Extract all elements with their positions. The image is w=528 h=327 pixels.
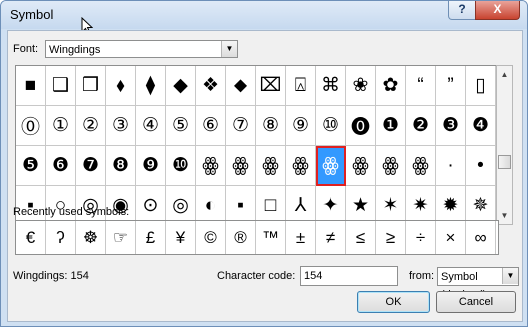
symbol-cell[interactable]: ꙮ <box>196 146 226 186</box>
recent-symbol-cell[interactable]: ∞ <box>466 221 496 254</box>
symbol-cell[interactable]: ⍓ <box>286 66 316 106</box>
symbol-cell[interactable]: ꙮ <box>286 146 316 186</box>
chevron-down-icon[interactable]: ▼ <box>221 41 237 57</box>
symbol-cell[interactable]: ⑨ <box>286 106 316 146</box>
symbol-cell[interactable]: ” <box>436 66 466 106</box>
recent-symbol-cell[interactable]: ≠ <box>316 221 346 254</box>
symbol-cell[interactable]: ꙮ <box>226 146 256 186</box>
symbol-cell[interactable]: ③ <box>106 106 136 146</box>
recent-symbol-cell[interactable]: € <box>16 221 46 254</box>
symbol-cell[interactable]: ❶ <box>376 106 406 146</box>
font-select[interactable]: Wingdings ▼ <box>45 40 238 58</box>
symbol-cell[interactable]: ꙮ <box>376 146 406 186</box>
symbol-cell[interactable]: • <box>466 146 496 186</box>
recent-symbol-cell[interactable]: £ <box>136 221 166 254</box>
symbol-cell-selected[interactable]: ꙮ <box>316 146 346 186</box>
symbol-cell[interactable]: ⓪ <box>16 106 46 146</box>
recent-symbol-cell[interactable]: ≤ <box>346 221 376 254</box>
symbol-cell[interactable]: ❽ <box>106 146 136 186</box>
recent-symbol-cell[interactable]: ™ <box>256 221 286 254</box>
symbol-cell[interactable]: ⬧ <box>106 66 136 106</box>
symbol-cell[interactable]: ② <box>76 106 106 146</box>
title-bar[interactable]: Symbol ? X <box>1 1 527 35</box>
recent-symbols-label: Recently used symbols: <box>13 206 130 218</box>
symbol-cell[interactable]: ❻ <box>46 146 76 186</box>
scroll-thumb[interactable] <box>498 155 511 169</box>
status-text: Wingdings: 154 <box>13 270 89 282</box>
character-code-label: Character code: <box>217 270 296 282</box>
scroll-up-icon[interactable]: ▲ <box>497 66 512 83</box>
symbol-cell[interactable]: ⌧ <box>256 66 286 106</box>
symbol-cell[interactable]: ꙮ <box>256 146 286 186</box>
symbol-cell[interactable]: “ <box>406 66 436 106</box>
recent-symbol-cell[interactable]: ± <box>286 221 316 254</box>
from-select[interactable]: Symbol (decimal) ▼ <box>437 267 519 301</box>
recent-symbols-grid[interactable]: € ʔ ☸ ☞ £ ¥ © ® ™ ± ≠ ≤ ≥ ÷ × ∞ <box>15 220 499 255</box>
symbol-dialog: Symbol ? X Font: Wingdings ▼ ■ ❑ ❒ ⬧ ⧫ ◆ ❖ ⬥ ⌧ ⍓ ⌘… <box>0 0 528 327</box>
symbol-cell[interactable]: ❷ <box>406 106 436 146</box>
symbol-cell[interactable]: ⓿ <box>346 106 376 146</box>
recent-symbol-cell[interactable]: ≥ <box>376 221 406 254</box>
close-button[interactable]: X <box>475 1 520 20</box>
symbol-cell[interactable]: ⌘ <box>316 66 346 106</box>
symbol-cell[interactable]: · <box>436 146 466 186</box>
recent-symbol-cell[interactable]: © <box>196 221 226 254</box>
recent-symbol-cell[interactable]: × <box>436 221 466 254</box>
symbol-cell[interactable]: ① <box>46 106 76 146</box>
symbol-cell[interactable]: ⬥ <box>226 66 256 106</box>
symbol-cell[interactable]: ✿ <box>376 66 406 106</box>
symbol-cell[interactable]: ❿ <box>166 146 196 186</box>
scroll-down-icon[interactable]: ▼ <box>497 207 512 224</box>
recent-symbol-cell[interactable]: ʔ <box>46 221 76 254</box>
font-select-value: Wingdings <box>49 44 101 56</box>
symbol-cell[interactable]: ❼ <box>76 146 106 186</box>
symbol-cell[interactable]: ❒ <box>76 66 106 106</box>
recent-symbol-cell[interactable]: ÷ <box>406 221 436 254</box>
font-label: Font: <box>13 43 39 55</box>
recent-symbol-cell[interactable]: ☞ <box>106 221 136 254</box>
symbol-cell[interactable]: ⧫ <box>136 66 166 106</box>
recent-symbol-cell[interactable]: ® <box>226 221 256 254</box>
ok-button[interactable]: OK <box>357 291 430 313</box>
chevron-down-icon[interactable]: ▼ <box>502 268 518 284</box>
symbol-cell[interactable]: ꙮ <box>346 146 376 186</box>
symbol-cell[interactable]: ❹ <box>466 106 496 146</box>
symbol-cell[interactable]: ❑ <box>46 66 76 106</box>
symbol-grid-scrollbar[interactable]: ▲ ▼ <box>496 65 513 225</box>
symbol-cell[interactable]: ■ <box>16 66 46 106</box>
symbol-cell[interactable]: ⑦ <box>226 106 256 146</box>
symbol-cell[interactable]: ❾ <box>136 146 166 186</box>
cancel-button[interactable]: Cancel <box>436 291 516 313</box>
recent-symbol-cell[interactable]: ¥ <box>166 221 196 254</box>
symbol-cell[interactable]: ④ <box>136 106 166 146</box>
symbol-cell[interactable]: ⑧ <box>256 106 286 146</box>
recent-symbol-cell[interactable]: ☸ <box>76 221 106 254</box>
help-button[interactable]: ? <box>448 1 476 20</box>
symbol-cell[interactable]: ❸ <box>436 106 466 146</box>
symbol-cell[interactable]: ◆ <box>166 66 196 106</box>
dialog-body: Font: Wingdings ▼ ■ ❑ ❒ ⬧ ⧫ ◆ ❖ ⬥ ⌧ ⍓ ⌘ ❀ ✿ “” ▯ ⓪ ① ② ③ ④ ⑤… <box>7 30 523 322</box>
symbol-grid[interactable]: ■ ❑ ❒ ⬧ ⧫ ◆ ❖ ⬥ ⌧ ⍓ ⌘ ❀ ✿ “” ▯ ⓪ ① ② ③ ④ ⑤ ⑥ ⑦ ⑧ ⑨ ⑩ ⓿ ❶ ❷ ❸ ❹ ❺ ❻ ❼ ❽ ❾ ❿ ꙮ ꙮ… <box>15 65 497 227</box>
symbol-cell[interactable]: ❀ <box>346 66 376 106</box>
symbol-cell[interactable]: ⑥ <box>196 106 226 146</box>
symbol-cell[interactable]: ⑤ <box>166 106 196 146</box>
character-code-input[interactable]: 154 <box>300 266 398 286</box>
symbol-cell[interactable]: ▯ <box>466 66 496 106</box>
symbol-cell[interactable]: ⑩ <box>316 106 346 146</box>
symbol-cell[interactable]: ❖ <box>196 66 226 106</box>
dialog-title: Symbol <box>10 7 54 22</box>
symbol-cell[interactable]: ❺ <box>16 146 46 186</box>
symbol-cell[interactable]: ꙮ <box>406 146 436 186</box>
from-label: from: <box>409 270 435 282</box>
